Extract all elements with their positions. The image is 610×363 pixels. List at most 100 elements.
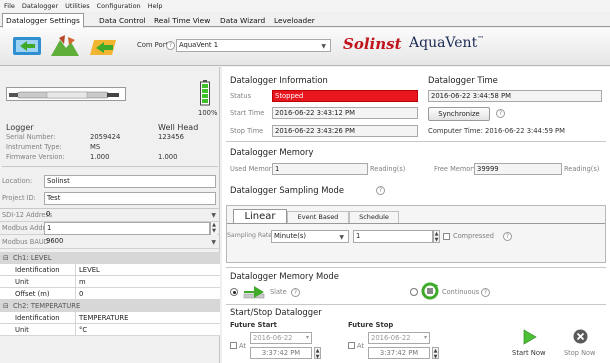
continuous-radio[interactable] bbox=[410, 288, 418, 296]
grid-row[interactable]: Unit m bbox=[0, 276, 220, 288]
calendar-dropdown-icon[interactable]: ▾ bbox=[306, 333, 309, 343]
calendar-dropdown-icon[interactable]: ▾ bbox=[424, 333, 427, 343]
tab-leveloader[interactable]: Leveloader bbox=[270, 13, 319, 27]
aquavent-logo-text: AquaVent bbox=[409, 35, 478, 51]
solinst-logo: Solinst bbox=[343, 35, 402, 53]
grid-row[interactable]: Unit °C bbox=[0, 324, 220, 336]
play-icon bbox=[523, 329, 537, 345]
future-stop-time-spinner[interactable]: ▲ ▼ bbox=[432, 347, 439, 360]
future-start-time-input[interactable]: 3:37:42 PM bbox=[250, 347, 312, 359]
future-stop-time-input[interactable]: 3:37:42 PM bbox=[368, 347, 430, 359]
compressed-label: Compressed bbox=[453, 232, 494, 240]
toolbar: Com Port: ? AquaVent 1 ▼ Solinst AquaVen… bbox=[0, 28, 610, 66]
future-stop-date-input[interactable]: 2016-06-22 ▾ bbox=[368, 332, 430, 344]
slate-help-icon[interactable]: ? bbox=[291, 288, 300, 297]
chevron-down-icon: ▼ bbox=[321, 43, 326, 50]
compressed-checkbox[interactable] bbox=[443, 233, 450, 240]
project-id-label: Project ID: bbox=[2, 194, 36, 202]
collapse-icon[interactable]: ⊟ bbox=[0, 252, 9, 264]
free-memory-value: 39999 bbox=[474, 163, 562, 175]
channel-1-title: Ch1: LEVEL bbox=[13, 254, 52, 262]
start-now-label: Start Now bbox=[512, 349, 546, 357]
sampling-help-icon[interactable]: ? bbox=[376, 186, 385, 195]
tab-real-time-view[interactable]: Real Time View bbox=[150, 13, 214, 27]
grid-row[interactable]: Identification TEMPERATURE bbox=[0, 312, 220, 324]
start-time-value: 2016-06-22 3:43:12 PM bbox=[272, 107, 418, 119]
channel-2-header[interactable]: ⊟ Ch2: TEMPERATURE bbox=[0, 300, 220, 312]
sampling-title: Datalogger Sampling Mode bbox=[230, 185, 345, 195]
future-start-time: 3:37:42 PM bbox=[261, 349, 301, 357]
computer-time: Computer Time: 2016-06-22 3:44:59 PM bbox=[428, 127, 566, 135]
sampling-rate-spinner[interactable]: ▲ ▼ bbox=[433, 230, 440, 243]
main-tabs: Datalogger Settings Data Control Real Ti… bbox=[0, 13, 610, 28]
future-stop-checkbox[interactable] bbox=[348, 342, 355, 349]
start-time-label: Start Time bbox=[230, 109, 265, 117]
start-now-button[interactable]: Start Now bbox=[510, 329, 550, 361]
slate-mode-icon bbox=[243, 286, 265, 299]
future-start-date-input[interactable]: 2016-06-22 ▾ bbox=[250, 332, 312, 344]
grid-row[interactable]: Offset (m) 0 bbox=[0, 288, 220, 300]
sampling-rate-input[interactable]: 1 bbox=[353, 230, 433, 243]
save-settings-icon[interactable] bbox=[86, 32, 120, 60]
sampling-rate-unit-select[interactable]: Minute(s) ▼ bbox=[271, 230, 349, 243]
wellhead-column-header: Well Head bbox=[158, 123, 199, 132]
stop-now-button[interactable]: Stop Now bbox=[560, 329, 600, 361]
divider bbox=[226, 304, 606, 305]
menu-help[interactable]: Help bbox=[148, 2, 163, 10]
tab-linear[interactable]: Linear bbox=[233, 209, 287, 223]
continuous-label: Continuous bbox=[442, 288, 480, 296]
tab-schedule[interactable]: Schedule bbox=[349, 211, 399, 223]
sampling-rate-unit: Minute(s) bbox=[274, 232, 307, 240]
future-start-checkbox[interactable] bbox=[230, 342, 237, 349]
collapse-icon[interactable]: ⊟ bbox=[0, 300, 9, 312]
logger-device-icon bbox=[9, 91, 119, 99]
com-port-value: AquaVent 1 bbox=[179, 41, 219, 49]
future-start-label: Future Start bbox=[230, 321, 277, 329]
tab-event-based[interactable]: Event Based bbox=[287, 211, 349, 223]
sampling-rate-value: 1 bbox=[356, 232, 361, 240]
grid-value: TEMPERATURE bbox=[79, 314, 129, 322]
menu-file[interactable]: File bbox=[4, 2, 15, 10]
menu-datalogger[interactable]: Datalogger bbox=[22, 2, 58, 10]
slate-radio[interactable] bbox=[230, 288, 238, 296]
menu-configuration[interactable]: Configuration bbox=[97, 2, 141, 10]
modbus-address-input[interactable]: 1 bbox=[44, 222, 210, 235]
grid-row[interactable]: Identification LEVEL bbox=[0, 264, 220, 276]
future-stop-at-label: At bbox=[357, 342, 364, 350]
memory-title: Datalogger Memory bbox=[230, 147, 314, 157]
com-port-help-icon[interactable]: ? bbox=[166, 41, 175, 50]
slate-label: Slate bbox=[270, 288, 287, 296]
grid-key: Unit bbox=[12, 324, 76, 336]
chevron-down-icon: ▼ bbox=[339, 234, 344, 241]
firmware-version-wellhead: 1.000 bbox=[158, 153, 178, 161]
status-label: Status bbox=[230, 92, 252, 100]
synchronize-help-icon[interactable]: ? bbox=[496, 109, 505, 118]
continuous-help-icon[interactable]: ? bbox=[481, 288, 490, 297]
modbus-address-value: 1 bbox=[47, 224, 52, 232]
sdi-address-select[interactable]: 0 ▼ bbox=[44, 209, 220, 222]
com-port-select[interactable]: AquaVent 1 ▼ bbox=[176, 39, 331, 52]
future-start-time-spinner[interactable]: ▲ ▼ bbox=[314, 347, 321, 360]
location-input[interactable]: Solinst bbox=[44, 175, 216, 188]
retrieve-settings-icon[interactable] bbox=[10, 32, 44, 60]
logger-panel: 100% Logger Well Head Serial Number: 205… bbox=[0, 67, 220, 363]
modbus-baud-select[interactable]: 9600 ▼ bbox=[44, 236, 220, 249]
future-stop-label: Future Stop bbox=[348, 321, 394, 329]
synchronize-button[interactable]: Synchronize bbox=[428, 107, 490, 121]
project-id-input[interactable]: Test bbox=[44, 192, 216, 205]
channel-1-header[interactable]: ⊟ Ch1: LEVEL bbox=[0, 252, 220, 264]
tab-datalogger-settings[interactable]: Datalogger Settings bbox=[2, 13, 84, 28]
serial-number-wellhead: 123456 bbox=[158, 133, 184, 141]
modbus-baud-row: Modbus BAUD 9600 ▼ bbox=[0, 236, 220, 249]
compressed-help-icon[interactable]: ? bbox=[503, 232, 512, 241]
menu-utilities[interactable]: Utilities bbox=[65, 2, 89, 10]
logger-time-value: 2016-06-22 3:44:58 PM bbox=[428, 90, 602, 102]
program-logger-icon[interactable] bbox=[48, 32, 82, 60]
tab-data-control[interactable]: Data Control bbox=[95, 13, 150, 27]
modbus-address-spinner[interactable]: ▲ ▼ bbox=[210, 222, 217, 235]
instrument-type-logger: MS bbox=[90, 143, 101, 151]
stop-now-label: Stop Now bbox=[564, 349, 596, 357]
tab-data-wizard[interactable]: Data Wizard bbox=[216, 13, 269, 27]
used-memory-value: 1 bbox=[272, 163, 368, 175]
divider bbox=[226, 141, 606, 142]
